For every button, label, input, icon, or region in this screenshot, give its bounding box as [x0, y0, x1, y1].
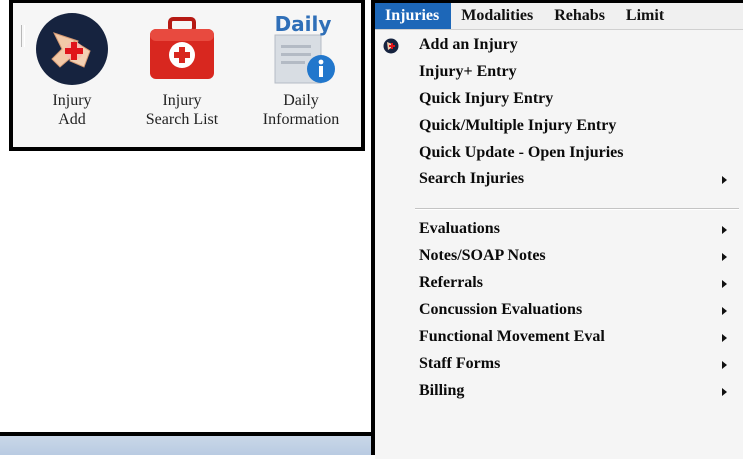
menu-item-quick-update-open-injuries[interactable]: Quick Update - Open Injuries	[375, 140, 743, 167]
status-strip	[0, 432, 372, 455]
menu-frame: Injuries Modalities Rehabs Limit Add an …	[371, 0, 743, 459]
menubar-item-rehabs[interactable]: Rehabs	[544, 3, 616, 29]
menu-item-label: Quick/Multiple Injury Entry	[419, 117, 617, 134]
menu-item-evaluations[interactable]: Evaluations	[375, 216, 743, 243]
daily-info-icon: Daily	[274, 12, 335, 84]
menu-item-notes-soap-notes[interactable]: Notes/SOAP Notes	[375, 243, 743, 270]
menu-separator	[415, 208, 739, 210]
menu-item-functional-movement-eval[interactable]: Functional Movement Eval	[375, 324, 743, 351]
menu-item-label: Notes/SOAP Notes	[419, 247, 546, 264]
menu-item-label: Evaluations	[419, 220, 500, 237]
menu-item-label: Injury+ Entry	[419, 63, 517, 80]
injury-add-label: Injury Add	[52, 92, 92, 128]
menubar-item-limit[interactable]: Limit	[616, 3, 675, 29]
submenu-arrow-icon	[722, 334, 727, 342]
menu-item-label: Add an Injury	[419, 36, 518, 53]
menu-item-label: Billing	[419, 382, 465, 399]
menu-item-label: Concussion Evaluations	[419, 301, 583, 318]
menubar-item-injuries[interactable]: Injuries	[375, 3, 452, 29]
injuries-dropdown-menu: Add an Injury Injury+ Entry Quick Injury…	[375, 29, 743, 459]
injured-knee-icon	[36, 13, 108, 85]
injury-search-list-button[interactable]: Injury Search List	[127, 11, 237, 129]
menu-item-quick-multiple-injury-entry[interactable]: Quick/Multiple Injury Entry	[375, 113, 743, 140]
toolbar-panel: Injury Add Injury Search List Daily Dail…	[9, 0, 365, 151]
submenu-arrow-icon	[722, 307, 727, 315]
menu-item-add-an-injury[interactable]: Add an Injury	[375, 32, 743, 59]
menu-item-label: Quick Injury Entry	[419, 90, 554, 107]
injury-add-button[interactable]: Injury Add	[17, 11, 127, 129]
submenu-arrow-icon	[722, 176, 727, 184]
menu-item-referrals[interactable]: Referrals	[375, 270, 743, 297]
menu-item-label: Staff Forms	[419, 355, 501, 372]
menu-item-staff-forms[interactable]: Staff Forms	[375, 351, 743, 378]
injury-globe-icon	[383, 38, 399, 54]
daily-icon-text: Daily	[275, 12, 332, 36]
menu-item-billing[interactable]: Billing	[375, 378, 743, 405]
menubar-item-modalities[interactable]: Modalities	[451, 3, 544, 29]
menubar: Injuries Modalities Rehabs Limit	[375, 3, 743, 29]
menu-item-label: Search Injuries	[419, 170, 525, 187]
submenu-arrow-icon	[722, 226, 727, 234]
submenu-arrow-icon	[722, 253, 727, 261]
first-aid-kit-icon	[150, 17, 214, 79]
menu-item-injury-plus-entry[interactable]: Injury+ Entry	[375, 59, 743, 86]
submenu-arrow-icon	[722, 361, 727, 369]
menu-item-label: Quick Update - Open Injuries	[419, 144, 624, 161]
menu-item-quick-injury-entry[interactable]: Quick Injury Entry	[375, 86, 743, 113]
menu-item-label: Referrals	[419, 274, 483, 291]
daily-information-button[interactable]: Daily Daily Information	[239, 11, 363, 129]
menu-item-search-injuries[interactable]: Search Injuries	[375, 166, 743, 193]
menu-item-concussion-evaluations[interactable]: Concussion Evaluations	[375, 297, 743, 324]
submenu-arrow-icon	[722, 388, 727, 396]
daily-information-label: Daily Information	[262, 92, 340, 128]
submenu-arrow-icon	[722, 280, 727, 288]
menu-item-label: Functional Movement Eval	[419, 328, 605, 345]
injury-search-list-label: Injury Search List	[145, 92, 219, 128]
